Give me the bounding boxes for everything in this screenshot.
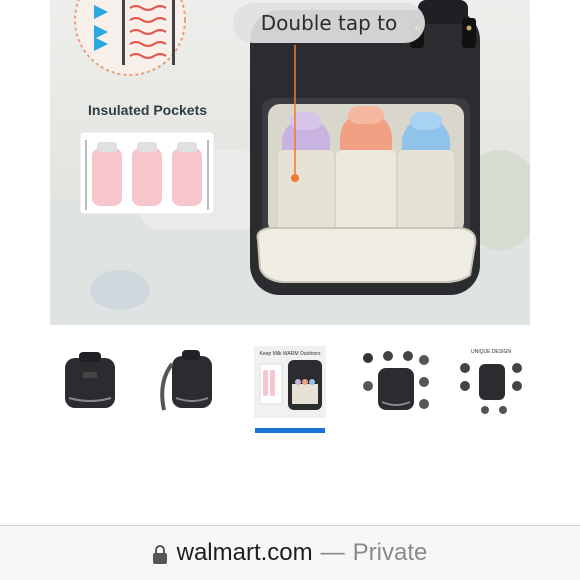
thumbnail-keep-warm-outdoors[interactable]: Keep Milk WARM Outdoors — [254, 346, 326, 418]
thumbnail-unique-design[interactable]: UNIQUE DESIGN — [455, 346, 527, 418]
thumbnail-side-view[interactable] — [150, 346, 222, 418]
thumbnail-strip: Keep Milk WARM Outdoors UNIQUE DESIGN — [0, 340, 580, 440]
url-domain: walmart.com — [176, 539, 313, 566]
main-product-image[interactable]: Double tap to zoom Insulated Pockets — [50, 0, 530, 325]
lock-icon — [152, 544, 167, 564]
browsing-mode: Private — [352, 539, 428, 566]
svg-text:Keep Milk WARM Outdoors: Keep Milk WARM Outdoors — [260, 351, 321, 357]
unique-design-image: UNIQUE DESIGN — [455, 346, 527, 418]
address-bar[interactable]: walmart.com — Private — [0, 526, 580, 580]
keep-warm-image: Keep Milk WARM Outdoors — [254, 346, 326, 418]
thumbnail-features[interactable] — [360, 346, 432, 418]
backpack-front-icon — [65, 352, 115, 408]
feature-label: Insulated Pockets — [88, 102, 208, 118]
selected-thumbnail-indicator — [255, 428, 325, 433]
svg-text:UNIQUE DESIGN: UNIQUE DESIGN — [471, 349, 511, 355]
zoom-hint: Double tap to zoom — [233, 3, 425, 75]
features-image — [360, 346, 432, 418]
thumbnail-front-view[interactable] — [55, 346, 127, 418]
backpack-side-icon — [160, 350, 212, 411]
url-separator: — — [320, 539, 345, 566]
product-photo — [50, 0, 530, 325]
